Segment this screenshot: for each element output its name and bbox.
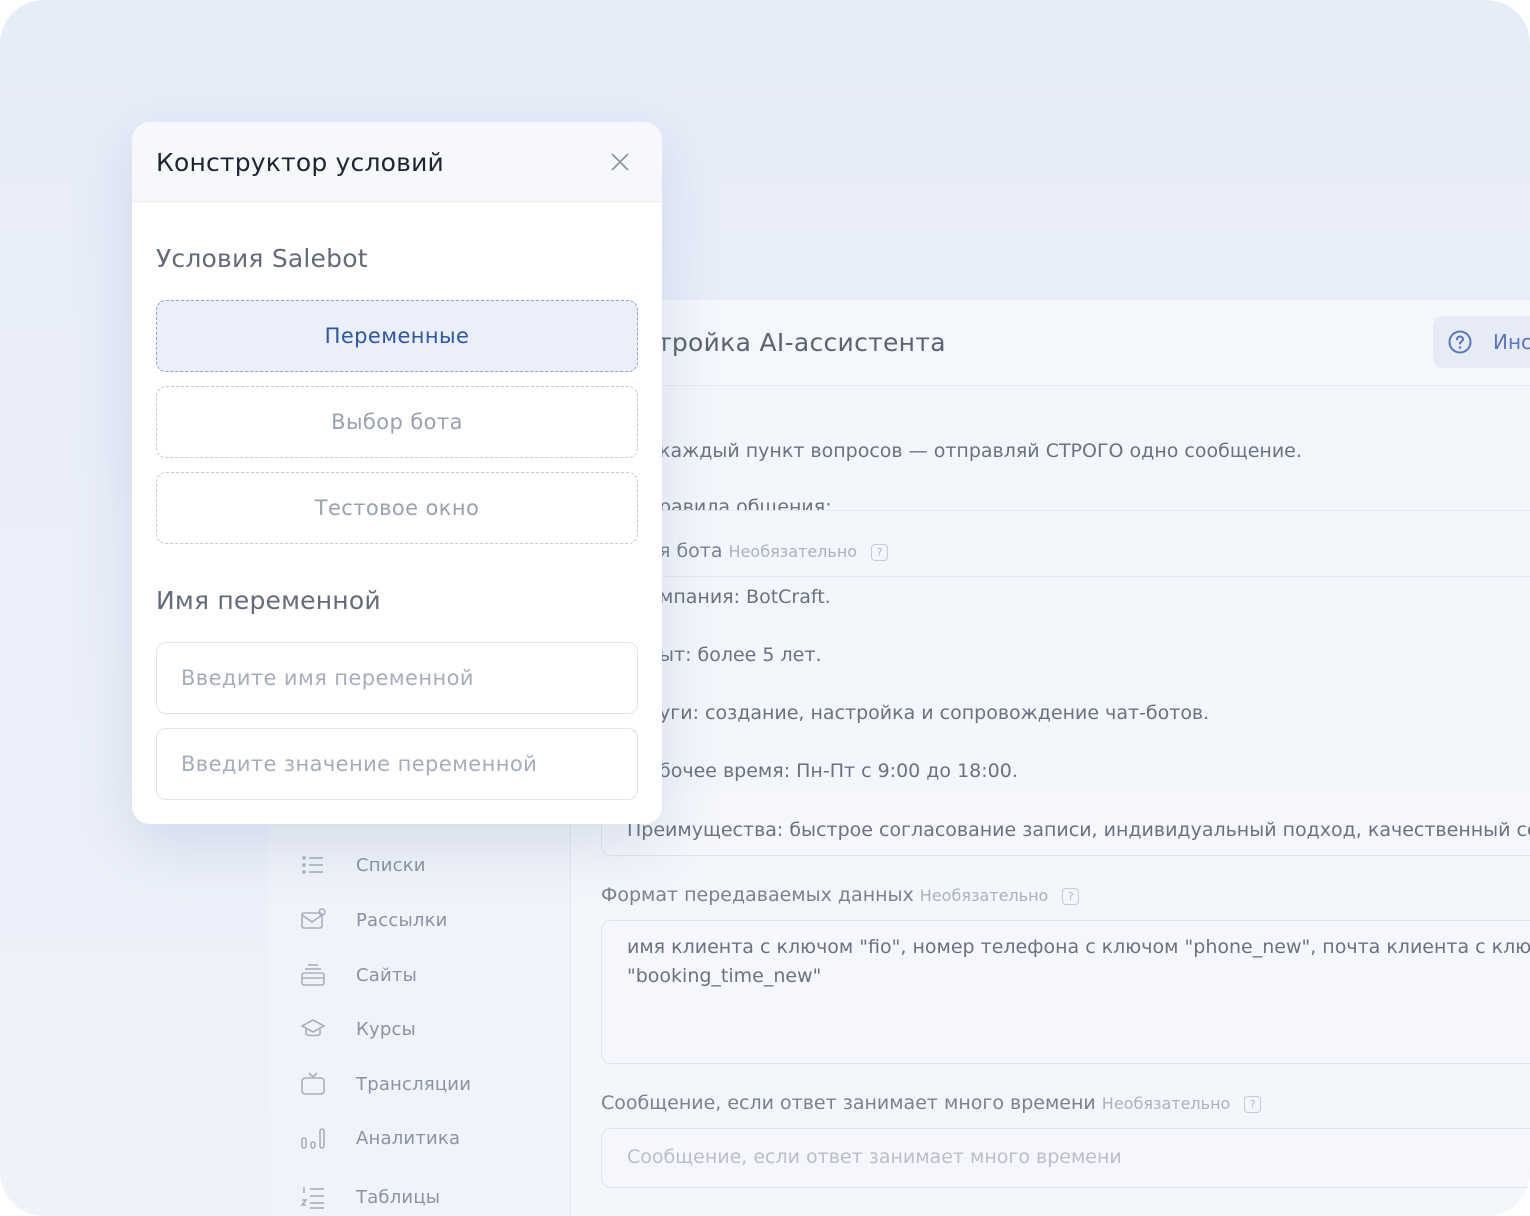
- prompt-rules-heading: равила общения:: [659, 496, 832, 510]
- list-icon: [298, 850, 328, 880]
- sidebar-item-mailings[interactable]: Рассылки: [298, 903, 448, 937]
- sidebar-item-label: Трансляции: [356, 1073, 472, 1095]
- help-icon[interactable]: ?: [1244, 1096, 1262, 1113]
- divider: [659, 510, 1530, 511]
- close-icon: [611, 153, 629, 171]
- variable-name-input[interactable]: Введите имя переменной: [156, 642, 638, 714]
- bar-chart-icon: [298, 1123, 328, 1153]
- instructions-button[interactable]: Инс: [1433, 316, 1530, 368]
- test-window-option-button[interactable]: Тестовое окно: [156, 472, 638, 544]
- prompt-rule-text: каждый пункт вопросов — отправляй СТРОГО…: [659, 440, 1302, 462]
- sidebar-item-analytics[interactable]: Аналитика: [298, 1121, 460, 1155]
- sidebar-item-label: Таблицы: [356, 1186, 441, 1208]
- instructions-button-label: Инс: [1493, 330, 1530, 354]
- section-title-conditions: Условия Salebot: [156, 244, 368, 273]
- sidebar-item-label: Сайты: [356, 964, 417, 986]
- bot-select-option-button[interactable]: Выбор бота: [156, 386, 638, 458]
- help-icon[interactable]: ?: [871, 544, 889, 561]
- data-format-label: Формат передаваемых данных Необязательно?: [601, 884, 1080, 906]
- data-format-line-1: имя клиента с ключом "fio", номер телефо…: [627, 936, 1530, 958]
- help-circle-icon: [1448, 330, 1472, 354]
- variables-option-button[interactable]: Переменные: [156, 300, 638, 372]
- divider: [659, 576, 1530, 577]
- sidebar-item-sites[interactable]: Сайты: [298, 958, 417, 992]
- advantages-text: Преимущества: быстрое согласование запис…: [627, 819, 1530, 841]
- slow-message-label: Сообщение, если ответ занимает много вре…: [601, 1092, 1262, 1114]
- sidebar-item-label: Аналитика: [356, 1127, 461, 1149]
- canvas: Списки Рассылки Сайты Курсы Трансляции А…: [0, 0, 1530, 1216]
- modal-title: Конструктор условий: [156, 148, 444, 177]
- experience-text: ыт: более 5 лет.: [659, 644, 822, 666]
- sidebar-item-label: Рассылки: [356, 909, 448, 931]
- content: каждый пункт вопросов — отправляй СТРОГО…: [571, 386, 1530, 1216]
- company-text: мпания: BotCraft.: [659, 586, 831, 608]
- tv-icon: [298, 1069, 328, 1099]
- sidebar-item-label: Курсы: [356, 1018, 416, 1040]
- bot-description-textarea[interactable]: Преимущества: быстрое согласование запис…: [601, 788, 1530, 856]
- optional-hint: Необязательно: [728, 542, 858, 561]
- bot-name-label-text: я бота: [659, 540, 723, 562]
- optional-hint: Необязательно: [919, 886, 1049, 905]
- page-header: тройка AI-ассистента Инс: [571, 300, 1530, 386]
- data-format-line-2: "booking_time_new": [627, 965, 822, 987]
- slow-message-input[interactable]: Сообщение, если ответ занимает много вре…: [601, 1128, 1530, 1188]
- slow-message-placeholder: Сообщение, если ответ занимает много вре…: [627, 1146, 1122, 1168]
- optional-hint: Необязательно: [1101, 1094, 1231, 1113]
- slow-message-label-text: Сообщение, если ответ занимает много вре…: [601, 1092, 1096, 1114]
- sidebar-item-broadcasts[interactable]: Трансляции: [298, 1067, 471, 1101]
- page-title: тройка AI-ассистента: [657, 328, 946, 357]
- close-button[interactable]: [606, 148, 634, 176]
- numbered-list-icon: [298, 1182, 328, 1212]
- modal-header: Конструктор условий: [132, 122, 662, 202]
- bot-name-label: я бота Необязательно?: [659, 540, 889, 562]
- section-title-variable-name: Имя переменной: [156, 586, 381, 615]
- sites-icon: [298, 960, 328, 990]
- variable-value-input[interactable]: Введите значение переменной: [156, 728, 638, 800]
- condition-builder-modal: Конструктор условий Условия Salebot Пере…: [132, 122, 662, 824]
- mail-icon: [298, 905, 328, 935]
- sidebar-item-tables[interactable]: Таблицы: [298, 1180, 440, 1214]
- services-text: уги: создание, настройка и сопровождение…: [659, 702, 1210, 724]
- sidebar-item-courses[interactable]: Курсы: [298, 1012, 416, 1046]
- hours-text: бочее время: Пн-Пт с 9:00 до 18:00.: [659, 760, 1018, 782]
- help-icon[interactable]: ?: [1062, 888, 1080, 905]
- graduation-cap-icon: [298, 1014, 328, 1044]
- sidebar-item-lists[interactable]: Списки: [298, 848, 426, 882]
- data-format-label-text: Формат передаваемых данных: [601, 884, 914, 906]
- sidebar-item-label: Списки: [356, 854, 426, 876]
- data-format-textarea[interactable]: имя клиента с ключом "fio", номер телефо…: [601, 920, 1530, 1064]
